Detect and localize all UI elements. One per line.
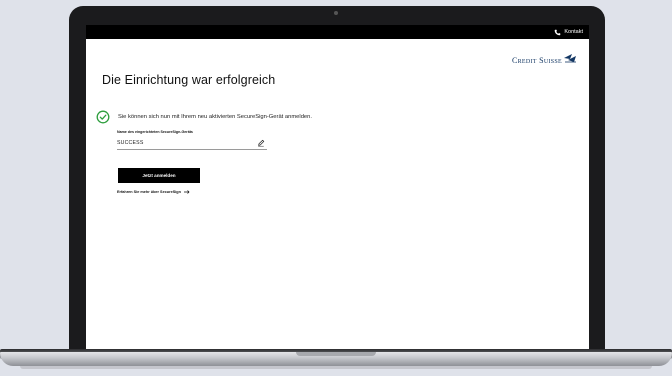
pencil-icon[interactable] [257, 139, 265, 147]
top-navigation-bar: Kontakt [86, 25, 589, 39]
learn-more-link[interactable]: Erfahren Sie mehr über SecureSign [117, 190, 190, 194]
check-circle-icon [96, 110, 110, 124]
contact-link[interactable]: Kontakt [554, 28, 583, 36]
arrow-right-icon [183, 190, 190, 194]
laptop-base-shadow [20, 366, 652, 369]
device-name-label: Name des eingerichteten SecureSign-Gerät… [117, 130, 193, 134]
login-button[interactable]: Jetzt anmelden [118, 168, 200, 183]
sails-logo-icon [564, 54, 576, 63]
logo-text: Credit Suisse [511, 56, 562, 65]
browser-screen: Kontakt Credit Suisse Die Einrichtung wa… [86, 25, 589, 350]
credit-suisse-logo[interactable]: Credit Suisse [512, 53, 577, 65]
success-message-row: Sie können sich nun mit Ihrem neu aktivi… [96, 110, 312, 124]
contact-label: Kontakt [564, 29, 583, 35]
phone-icon [555, 29, 561, 35]
device-name-field[interactable]: SUCCESS [117, 137, 267, 150]
page-title: Die Einrichtung war erfolgreich [102, 73, 276, 87]
success-message: Sie können sich nun mit Ihrem neu aktivi… [118, 114, 312, 120]
device-name-value: SUCCESS [117, 140, 144, 146]
laptop-notch [296, 352, 376, 356]
learn-more-label: Erfahren Sie mehr über SecureSign [117, 190, 181, 194]
camera-icon [334, 11, 338, 15]
